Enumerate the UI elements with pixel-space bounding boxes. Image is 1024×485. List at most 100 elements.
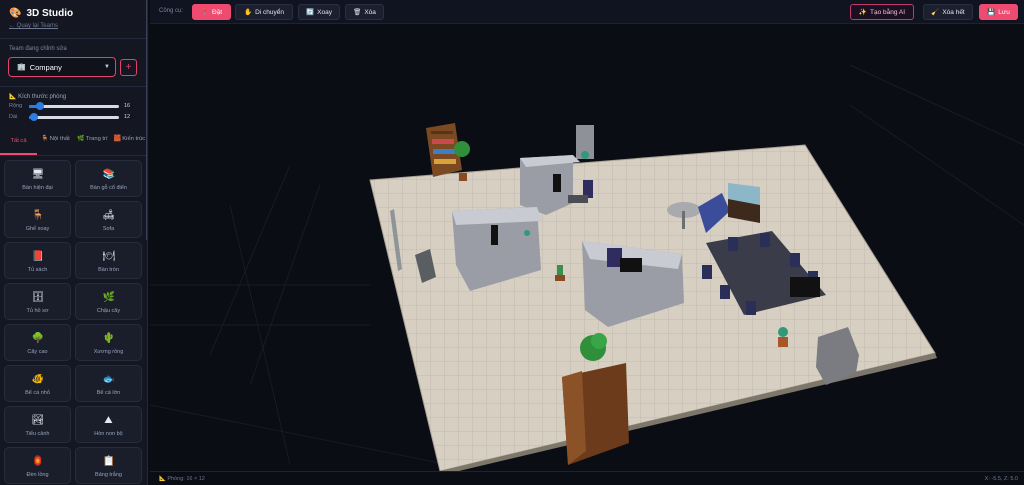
divider — [0, 86, 147, 87]
delete-label: Xóa — [364, 8, 376, 16]
clipboard-icon: 📋 — [102, 456, 115, 467]
tab-0[interactable]: Tất cả — [0, 132, 37, 155]
palette-item[interactable]: 🐠 Bể cá nhỏ — [4, 365, 71, 402]
fish-icon: 🐟 — [102, 374, 115, 385]
palette-item-label: Hòn non bộ — [94, 431, 123, 437]
room-size-label: Kích thước phòng — [18, 94, 67, 100]
cactus-icon: 🌵 — [102, 333, 115, 344]
palette-item-label: Tủ hồ sơ — [26, 308, 49, 314]
tab-label: Tất cả — [10, 138, 27, 144]
width-slider[interactable] — [29, 101, 119, 110]
palette-item-label: Bàn gỗ cổ điển — [90, 185, 127, 191]
brick-icon: 🧱 — [113, 136, 122, 142]
move-label: Di chuyển — [255, 8, 284, 16]
save-label: Lưu — [998, 8, 1010, 16]
sidebar: 🎨 3D Studio ← Quay lại Teams Team đang c… — [0, 0, 148, 485]
tab-label: Trang trí — [85, 136, 108, 142]
ai-generate-button[interactable]: ✨ Tạo bằng AI — [850, 4, 914, 20]
building-icon: 🏢 — [17, 64, 26, 71]
room-status-text: Phòng: 16 × 12 — [167, 476, 205, 482]
plant-model[interactable] — [581, 151, 589, 159]
potted-plant-model[interactable] — [778, 327, 788, 347]
palette-item[interactable]: 🏮 Đèn lồng — [4, 447, 71, 484]
tab-2[interactable]: 🌿Trang trí — [74, 132, 111, 155]
palette-item[interactable]: 📋 Bảng trắng — [75, 447, 142, 484]
monitor-desk-icon: 🖥 — [31, 169, 45, 180]
team-select-value: Company — [29, 62, 62, 72]
palette-item-label: Xương rồng — [93, 349, 124, 355]
palette-item[interactable]: 📕 Tủ sách — [4, 242, 71, 279]
palette-item-label: Ghế xoay — [25, 226, 50, 232]
delete-button[interactable]: 🗑 Xóa — [345, 4, 384, 20]
length-label: Dài — [9, 114, 18, 120]
palette-item[interactable]: 🏞 Tiểu cảnh — [4, 406, 71, 443]
room-dimension-status: 📐 Phòng: 16 × 12 — [159, 476, 205, 482]
palette-item[interactable]: 📚 Bàn gỗ cổ điển — [75, 160, 142, 197]
palette-item[interactable]: 🌿 Chậu cây — [75, 283, 142, 320]
tree-icon: 🌳 — [31, 333, 44, 344]
palette-item-label: Bàn hiện đại — [22, 185, 53, 191]
palette-item-label: Đèn lồng — [26, 472, 49, 478]
chair-icon: 🪑 — [31, 210, 44, 221]
palette-item-label: Tiểu cảnh — [25, 431, 50, 437]
palette-item-label: Sofa — [102, 226, 115, 232]
divider — [0, 38, 147, 39]
palette-item-label: Cây cao — [27, 349, 48, 355]
tab-1[interactable]: 🪑Nội thất — [37, 132, 74, 155]
palette-item-label: Chậu cây — [96, 308, 121, 314]
rotate-label: Xoay — [317, 8, 332, 16]
width-slider-row: Rộng 16 — [9, 101, 134, 110]
clear-all-button[interactable]: 🧹 Xóa hết — [923, 4, 973, 20]
tab-3[interactable]: 🧱Kiến trúc — [111, 132, 147, 155]
palette-item[interactable]: 🛋 Sofa — [75, 201, 142, 238]
move-button[interactable]: ✋ Di chuyển — [235, 4, 293, 20]
leaf-icon: 🌿 — [77, 136, 85, 142]
place-button[interactable]: 📍 Đặt — [192, 4, 231, 20]
palette-item[interactable]: 🖥 Bàn hiện đại — [4, 160, 71, 197]
team-select[interactable]: 🏢 Company ▼ — [8, 57, 116, 77]
save-button[interactable]: 💾 Lưu — [979, 4, 1018, 20]
palette-item[interactable]: ⛰ Hòn non bộ — [75, 406, 142, 443]
app-root: 🎨 3D Studio ← Quay lại Teams Team đang c… — [0, 0, 1024, 485]
3d-viewport[interactable] — [150, 25, 1024, 471]
tools-label: Công cụ: — [159, 8, 184, 14]
clear-label: Xóa hết — [942, 8, 965, 16]
rotate-button[interactable]: 🔄 Xoay — [298, 4, 340, 20]
palette-item[interactable]: 🐟 Bể cá lớn — [75, 365, 142, 402]
sidebar-scrollbar[interactable] — [146, 0, 147, 240]
palette-item[interactable]: 🪑 Ghế xoay — [4, 201, 71, 238]
palette-item[interactable]: 🌳 Cây cao — [4, 324, 71, 361]
width-slider-thumb[interactable] — [35, 101, 44, 110]
broom-icon: 🧹 — [931, 9, 940, 16]
tab-label: Nội thất — [49, 136, 70, 142]
length-value: 12 — [124, 114, 131, 120]
length-slider-thumb[interactable] — [30, 112, 39, 121]
ai-label: Tạo bằng AI — [870, 8, 906, 16]
palette-icon: 🎨 — [9, 8, 22, 19]
rock-icon: ⛰ — [104, 415, 113, 426]
app-title: 3D Studio — [26, 8, 74, 19]
aquarium-model[interactable] — [728, 183, 760, 223]
hand-icon: ✋ — [244, 9, 253, 16]
width-label: Rộng — [9, 103, 23, 109]
scene-canvas[interactable] — [150, 25, 1024, 471]
lantern-icon: 🏮 — [31, 456, 44, 467]
cursor-coordinates: X: -5.5, Z: 5.0 — [984, 476, 1018, 482]
palette-item[interactable]: 🗄 Tủ hồ sơ — [4, 283, 71, 320]
back-to-teams-link[interactable]: ← Quay lại Teams — [9, 23, 58, 29]
trash-icon: 🗑 — [353, 9, 362, 16]
palette-item-label: Bể cá lớn — [96, 390, 121, 396]
length-slider-row: Dài 12 — [9, 112, 134, 121]
palette-item-label: Bàn tròn — [98, 267, 119, 273]
palette-item[interactable]: 🍽 Bàn tròn — [75, 242, 142, 279]
palette-item-label: Tủ sách — [27, 267, 48, 273]
length-slider[interactable] — [29, 112, 119, 121]
status-bar: 📐 Phòng: 16 × 12 X: -5.5, Z: 5.0 — [150, 471, 1024, 485]
herb-icon: 🌿 — [102, 292, 115, 303]
app-brand: 🎨 3D Studio — [9, 8, 73, 19]
palette-item[interactable]: 🌵 Xương rồng — [75, 324, 142, 361]
place-icon: 📍 — [200, 9, 209, 16]
add-team-button[interactable]: + — [120, 59, 137, 76]
cabinet-icon: 🗄 — [31, 292, 45, 303]
floppy-disk-icon: 💾 — [987, 9, 996, 16]
